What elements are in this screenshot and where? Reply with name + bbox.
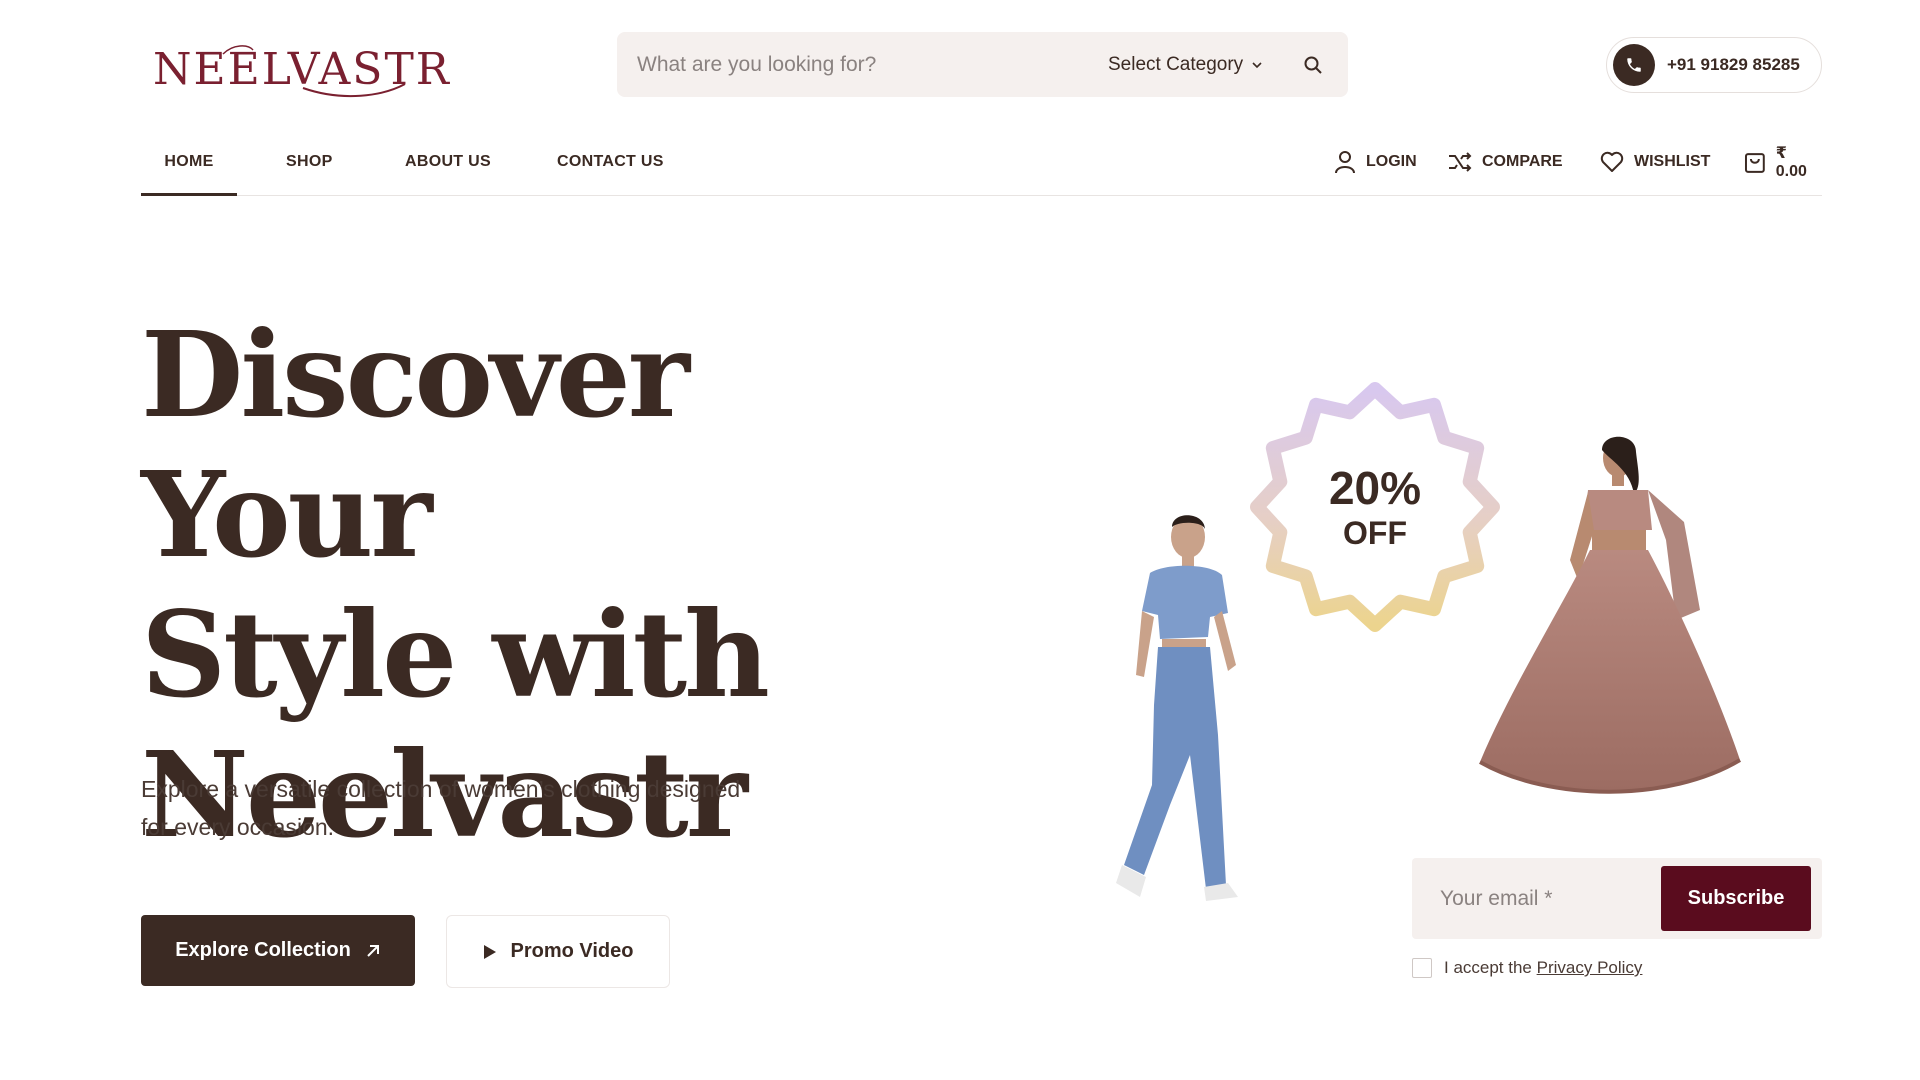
accept-text: I accept the <box>1444 958 1532 977</box>
hero-description: Explore a versatile collection of women’… <box>141 776 741 840</box>
explore-collection-button[interactable]: Explore Collection <box>141 915 415 986</box>
phone-contact[interactable]: +91 91829 85285 <box>1606 37 1822 93</box>
user-icon <box>1335 151 1355 174</box>
phone-number: +91 91829 85285 <box>1667 55 1800 74</box>
category-select[interactable]: Select Category <box>1108 32 1263 97</box>
chevron-down-icon <box>1252 61 1262 68</box>
hero-title-line-2: Style with <box>141 585 770 724</box>
heart-icon <box>1600 151 1624 172</box>
search-bar: Select Category <box>617 32 1348 97</box>
login-link[interactable]: LOGIN <box>1334 140 1417 184</box>
model-casual-image <box>1116 515 1238 901</box>
phone-icon-circle <box>1613 44 1655 86</box>
category-select-label: Select Category <box>1108 53 1244 75</box>
privacy-checkbox[interactable] <box>1412 958 1432 978</box>
discount-badge: 20% OFF <box>1245 375 1505 640</box>
brand-logo[interactable]: NEELVASTR <box>153 40 449 100</box>
search-input[interactable] <box>617 32 1067 97</box>
search-button[interactable] <box>1298 32 1328 97</box>
nav-item-about-us[interactable]: ABOUT US <box>405 140 491 196</box>
compare-label: COMPARE <box>1482 153 1563 170</box>
privacy-consent-text: I accept the Privacy Policy <box>1444 958 1642 978</box>
explore-collection-label: Explore Collection <box>175 939 351 961</box>
privacy-policy-link[interactable]: Privacy Policy <box>1537 958 1643 977</box>
privacy-consent: I accept the Privacy Policy <box>1412 958 1642 978</box>
badge-text: 20% OFF <box>1245 375 1505 640</box>
model-lehenga-image <box>1479 436 1742 794</box>
main-nav: HOME SHOP ABOUT US CONTACT US LOGIN COMP… <box>141 140 1822 196</box>
bag-icon <box>1744 153 1765 173</box>
badge-percent: 20% <box>1328 461 1422 514</box>
logo-swash-icon <box>222 45 406 98</box>
compare-link[interactable]: COMPARE <box>1448 140 1563 184</box>
newsletter-form: Subscribe <box>1412 858 1822 939</box>
hero-title-line-1: Discover Your <box>141 305 690 584</box>
wishlist-label: WISHLIST <box>1634 153 1711 170</box>
wishlist-link[interactable]: WISHLIST <box>1600 140 1710 184</box>
nav-item-contact-us[interactable]: CONTACT US <box>557 140 664 196</box>
phone-icon <box>1627 58 1641 72</box>
cart-link[interactable]: ₹ 0.00 <box>1744 140 1822 184</box>
promo-video-button[interactable]: Promo Video <box>446 915 670 988</box>
cart-total: ₹ 0.00 <box>1775 145 1807 180</box>
email-input[interactable] <box>1412 858 1662 939</box>
nav-item-shop[interactable]: SHOP <box>286 140 333 196</box>
subscribe-button[interactable]: Subscribe <box>1661 866 1811 931</box>
login-label: LOGIN <box>1366 153 1417 170</box>
arrow-up-right-icon <box>367 944 379 957</box>
compare-icon <box>1449 152 1472 172</box>
nav-item-home[interactable]: HOME <box>141 140 237 196</box>
play-icon <box>483 944 496 959</box>
search-icon <box>1304 56 1322 74</box>
badge-off: OFF <box>1343 514 1407 551</box>
promo-video-label: Promo Video <box>510 940 634 962</box>
